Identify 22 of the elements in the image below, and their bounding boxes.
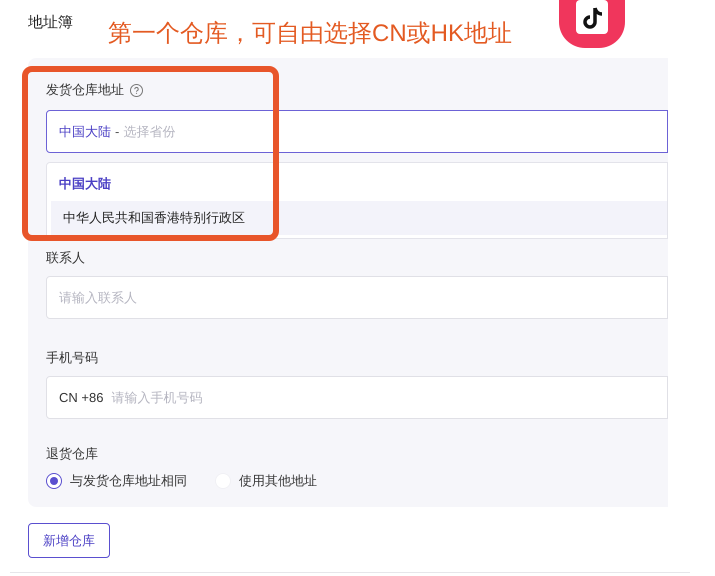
field-label: 发货仓库地址 bbox=[46, 81, 124, 100]
phone-input[interactable]: 请输入手机号码 bbox=[111, 388, 667, 408]
placeholder-text: 选择省份 bbox=[123, 122, 176, 141]
page-title: 地址簿 bbox=[28, 13, 73, 33]
radio-option[interactable]: 与发货仓库地址相同 bbox=[46, 471, 187, 490]
field-label: 手机号码 bbox=[46, 348, 99, 366]
region-select[interactable]: 中国大陆 - 选择省份 bbox=[46, 110, 668, 153]
field-label: 联系人 bbox=[46, 248, 86, 266]
shop-logo-icon bbox=[559, 0, 625, 48]
radio-option[interactable]: 使用其他地址 bbox=[215, 471, 317, 490]
contact-input[interactable]: 请输入联系人 bbox=[46, 276, 668, 319]
selected-region: 中国大陆 bbox=[59, 122, 111, 141]
country-code[interactable]: CN +86 bbox=[59, 388, 104, 408]
separator-text: - bbox=[115, 122, 120, 141]
help-icon[interactable] bbox=[130, 84, 143, 96]
phone-field[interactable]: CN +86 请输入手机号码 bbox=[46, 376, 668, 419]
field-label: 退货仓库 bbox=[46, 444, 99, 462]
dropdown-option[interactable]: 中华人民共和国香港特别行政区 bbox=[51, 201, 667, 235]
annotation-text: 第一个仓库，可自由选择CN或HK地址 bbox=[108, 19, 512, 49]
radio-button[interactable] bbox=[46, 472, 62, 489]
add-warehouse-button[interactable]: 新增仓库 bbox=[28, 523, 110, 558]
dropdown-option[interactable]: 中国大陆 bbox=[47, 167, 667, 201]
